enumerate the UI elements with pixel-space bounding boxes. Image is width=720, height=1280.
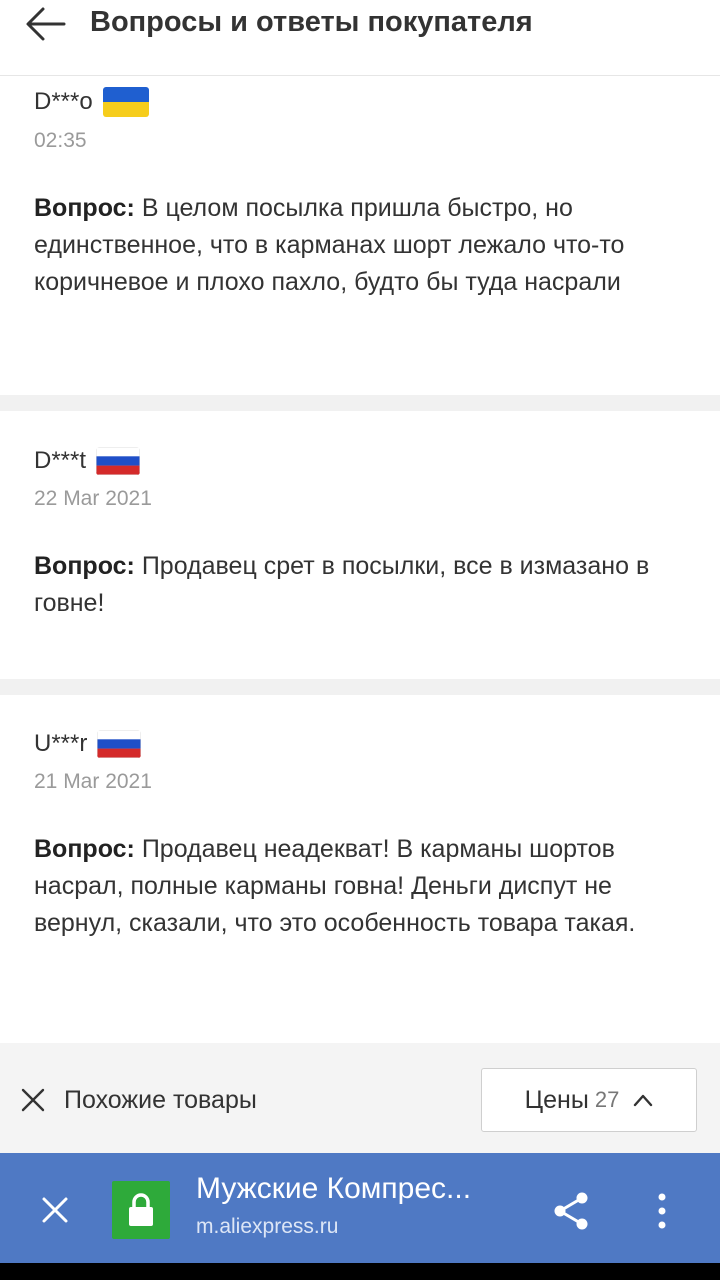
russia-flag-icon bbox=[97, 730, 142, 758]
question-user: D***o bbox=[34, 87, 149, 117]
russia-flag-icon bbox=[96, 447, 141, 475]
question-date: 02:35 bbox=[34, 129, 87, 152]
similar-products-bar: Похожие товары Цены 27 bbox=[0, 1043, 720, 1153]
close-icon[interactable] bbox=[20, 1087, 46, 1113]
question-item: D***t 22 Mar 2021 Вопрос: Продавец срет … bbox=[0, 411, 720, 679]
question-item: D***o 02:35 Вопрос: В целом посылка приш… bbox=[0, 77, 720, 395]
close-tab-icon[interactable] bbox=[40, 1195, 70, 1225]
page-title-tab[interactable]: Мужские Компрес... bbox=[196, 1169, 471, 1209]
question-item: U***r 21 Mar 2021 Вопрос: Продавец неаде… bbox=[0, 695, 720, 1043]
arrow-left-icon[interactable] bbox=[24, 6, 66, 42]
page-url[interactable]: m.aliexpress.ru bbox=[196, 1213, 338, 1241]
divider bbox=[0, 395, 720, 411]
question-label: Вопрос: bbox=[34, 552, 135, 580]
question-user: D***t bbox=[34, 446, 141, 476]
question-label: Вопрос: bbox=[34, 194, 135, 222]
similar-products-label[interactable]: Похожие товары bbox=[64, 1083, 257, 1117]
question-text: Вопрос: Продавец неадекват! В карманы шо… bbox=[34, 831, 674, 942]
top-header: Вопросы и ответы покупателя bbox=[0, 0, 720, 76]
question-label: Вопрос: bbox=[34, 835, 135, 863]
chevron-up-icon bbox=[634, 1094, 653, 1107]
page-title: Вопросы и ответы покупателя bbox=[90, 6, 533, 38]
lock-icon[interactable] bbox=[112, 1181, 170, 1239]
question-user: U***r bbox=[34, 729, 142, 759]
question-date: 21 Mar 2021 bbox=[34, 770, 152, 793]
system-nav-bar bbox=[0, 1263, 720, 1280]
question-date: 22 Mar 2021 bbox=[34, 487, 152, 510]
question-text: Вопрос: Продавец срет в посылки, все в и… bbox=[34, 548, 674, 622]
share-icon[interactable] bbox=[551, 1191, 591, 1231]
ukraine-flag-icon bbox=[102, 87, 149, 117]
question-text: Вопрос: В целом посылка пришла быстро, н… bbox=[34, 190, 674, 301]
prices-label: Цены bbox=[524, 1085, 589, 1114]
divider bbox=[0, 679, 720, 695]
browser-tab-bar: Мужские Компрес... m.aliexpress.ru bbox=[0, 1153, 720, 1263]
user-name: D***t bbox=[34, 447, 87, 474]
user-name: U***r bbox=[34, 730, 88, 757]
prices-count: 27 bbox=[594, 1087, 620, 1112]
prices-button[interactable]: Цены 27 bbox=[481, 1068, 697, 1132]
more-vertical-icon[interactable] bbox=[652, 1191, 672, 1231]
user-name: D***o bbox=[34, 88, 93, 115]
